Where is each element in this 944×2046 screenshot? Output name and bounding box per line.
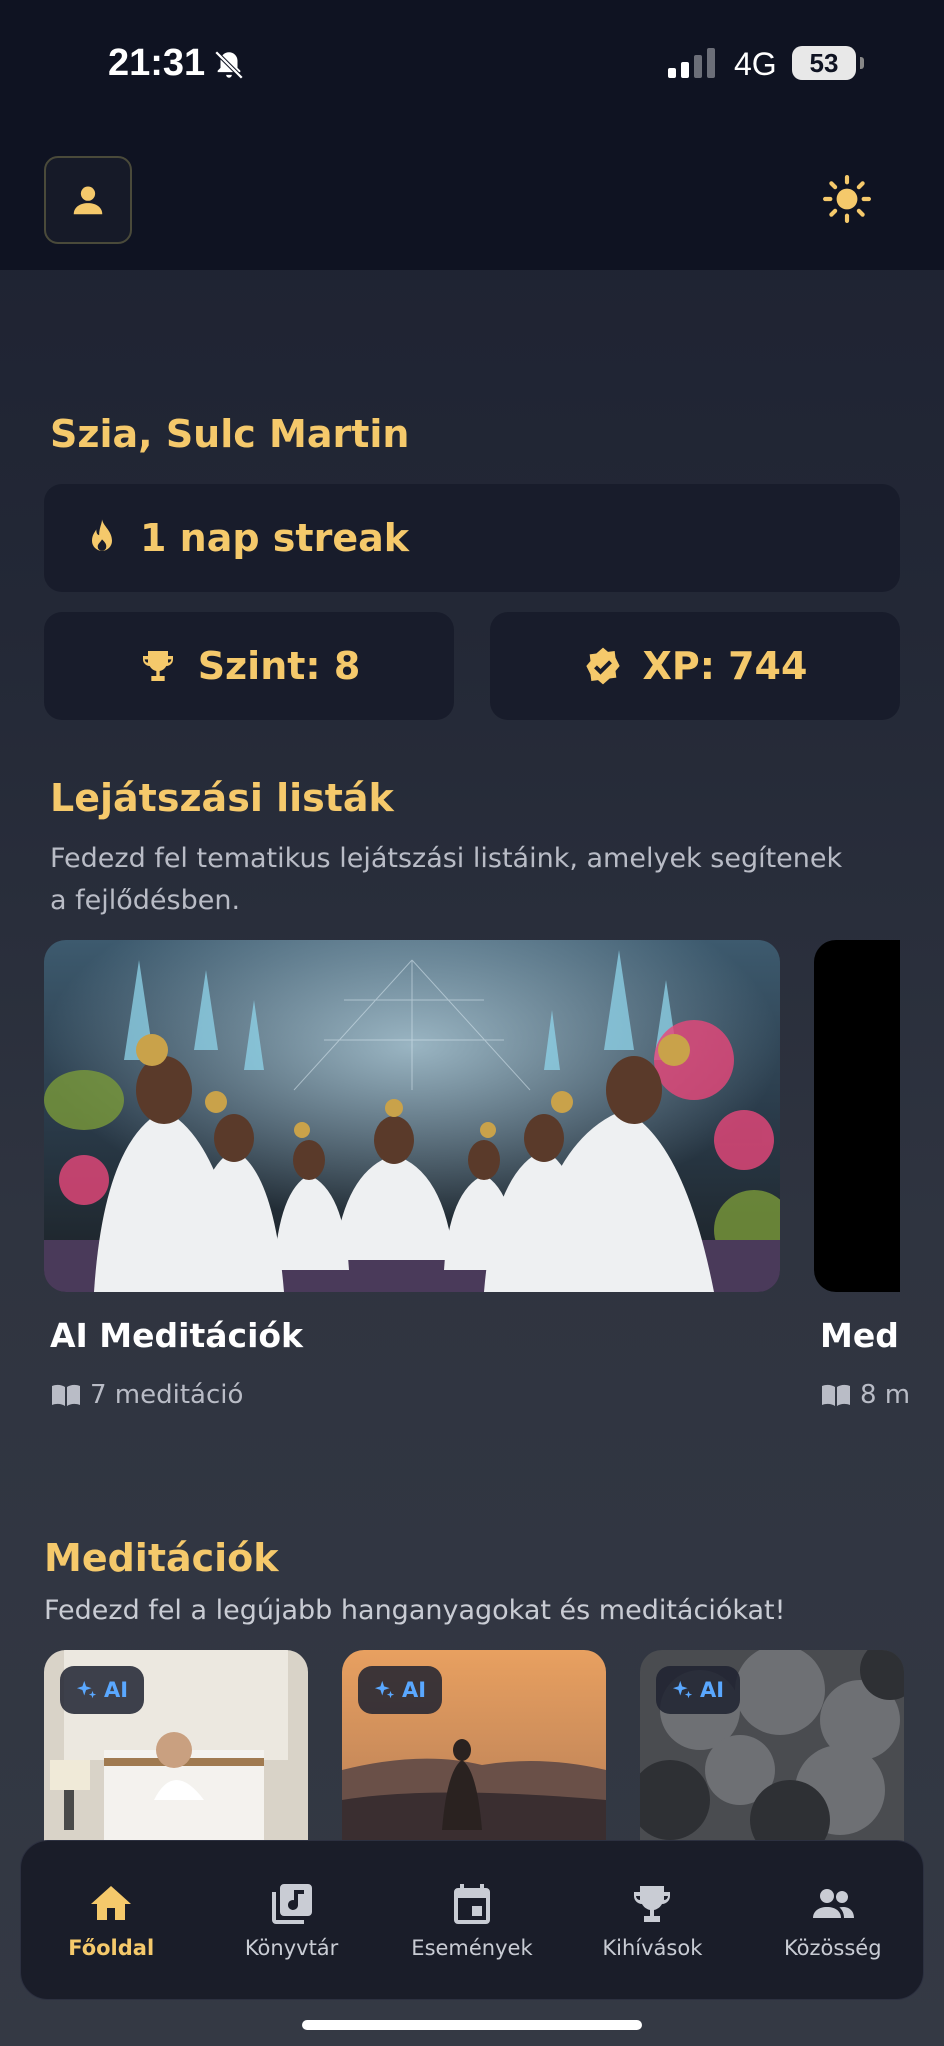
nav-label-events: Események: [411, 1936, 533, 1960]
bell-muted-icon: [214, 50, 244, 80]
ai-badge-text: AI: [402, 1678, 427, 1702]
nav-label-challenges: Kihívások: [602, 1936, 703, 1960]
playlist-count-text: 7 meditáció: [90, 1380, 244, 1410]
xp-text: XP: 744: [642, 644, 808, 688]
network-type: 4G: [734, 46, 777, 82]
sparkle-icon: [76, 1680, 97, 1699]
ai-badge-text: AI: [700, 1678, 725, 1702]
nav-item-community[interactable]: Közösség: [748, 1880, 918, 1960]
nav-item-challenges[interactable]: Kihívások: [567, 1880, 737, 1960]
xp-card: XP: 744: [490, 612, 900, 720]
profile-button[interactable]: [44, 156, 132, 244]
meditation-card-3[interactable]: AI: [640, 1650, 904, 1850]
playlists-subtitle-line1: Fedezd fel tematikus lejátszási listáink…: [50, 843, 843, 874]
status-time: 21:31: [108, 42, 206, 84]
sun-icon[interactable]: [822, 174, 872, 224]
streak-card: 1 nap streak: [44, 484, 900, 592]
meditation-scene-image: [44, 940, 780, 1292]
ai-badge: AI: [60, 1666, 145, 1714]
signal-icon: [668, 48, 715, 78]
streak-text: 1 nap streak: [140, 516, 410, 560]
playlist-title[interactable]: AI Meditációk: [50, 1316, 303, 1355]
ai-badge-text: AI: [104, 1678, 129, 1702]
home-indicator[interactable]: [302, 2020, 642, 2030]
level-card: Szint: 8: [44, 612, 454, 720]
book-icon: [52, 1384, 80, 1406]
fire-icon: [92, 519, 112, 551]
calendar-icon: [453, 1884, 490, 1924]
playlist-card-image[interactable]: [44, 940, 780, 1292]
sparkle-icon: [374, 1680, 395, 1699]
meditations-subtitle: Fedezd fel a legújabb hanganyagokat és m…: [44, 1595, 786, 1626]
playlists-subtitle-line2: a fejlődésben.: [50, 885, 241, 916]
person-icon: [73, 186, 103, 215]
bottom-navigation: Főoldal Könyvtár Események Kihívások Köz…: [20, 1840, 924, 2000]
playlist-title-2[interactable]: Med: [820, 1316, 899, 1355]
battery-level: 53: [809, 47, 839, 78]
playlist-card-image-2[interactable]: [814, 940, 900, 1292]
top-bar: 21:31 4G 53: [0, 0, 944, 270]
trophy-icon: [142, 651, 173, 681]
battery-indicator: 53: [792, 46, 864, 80]
meditation-card-1[interactable]: AI: [44, 1650, 308, 1850]
greeting: Szia, Sulc Martin: [50, 412, 410, 456]
home-icon: [91, 1886, 132, 1920]
verified-badge-icon: [585, 647, 620, 685]
level-text: Szint: 8: [197, 644, 361, 688]
book-icon: [822, 1384, 850, 1406]
sparkle-icon: [672, 1680, 693, 1699]
people-icon: [812, 1889, 854, 1918]
playlist-count-text-2: 8 m: [860, 1380, 911, 1410]
nav-item-events[interactable]: Események: [387, 1880, 557, 1960]
meditations-title: Meditációk: [44, 1536, 279, 1580]
ai-badge: AI: [656, 1666, 741, 1714]
nav-label-community: Közösség: [783, 1936, 882, 1960]
trophy-icon: [634, 1886, 671, 1922]
nav-label-home: Főoldal: [68, 1936, 155, 1960]
ai-badge: AI: [358, 1666, 443, 1714]
playlist-count: 7 meditáció: [50, 1380, 243, 1410]
playlist-count-2: 8 m: [820, 1380, 910, 1410]
nav-item-library[interactable]: Könyvtár: [207, 1880, 377, 1960]
nav-item-home[interactable]: Főoldal: [26, 1880, 196, 1960]
meditation-card-2[interactable]: AI: [342, 1650, 606, 1850]
nav-label-library: Könyvtár: [244, 1936, 339, 1960]
library-music-icon: [271, 1884, 312, 1924]
playlists-title: Lejátszási listák: [50, 776, 394, 820]
